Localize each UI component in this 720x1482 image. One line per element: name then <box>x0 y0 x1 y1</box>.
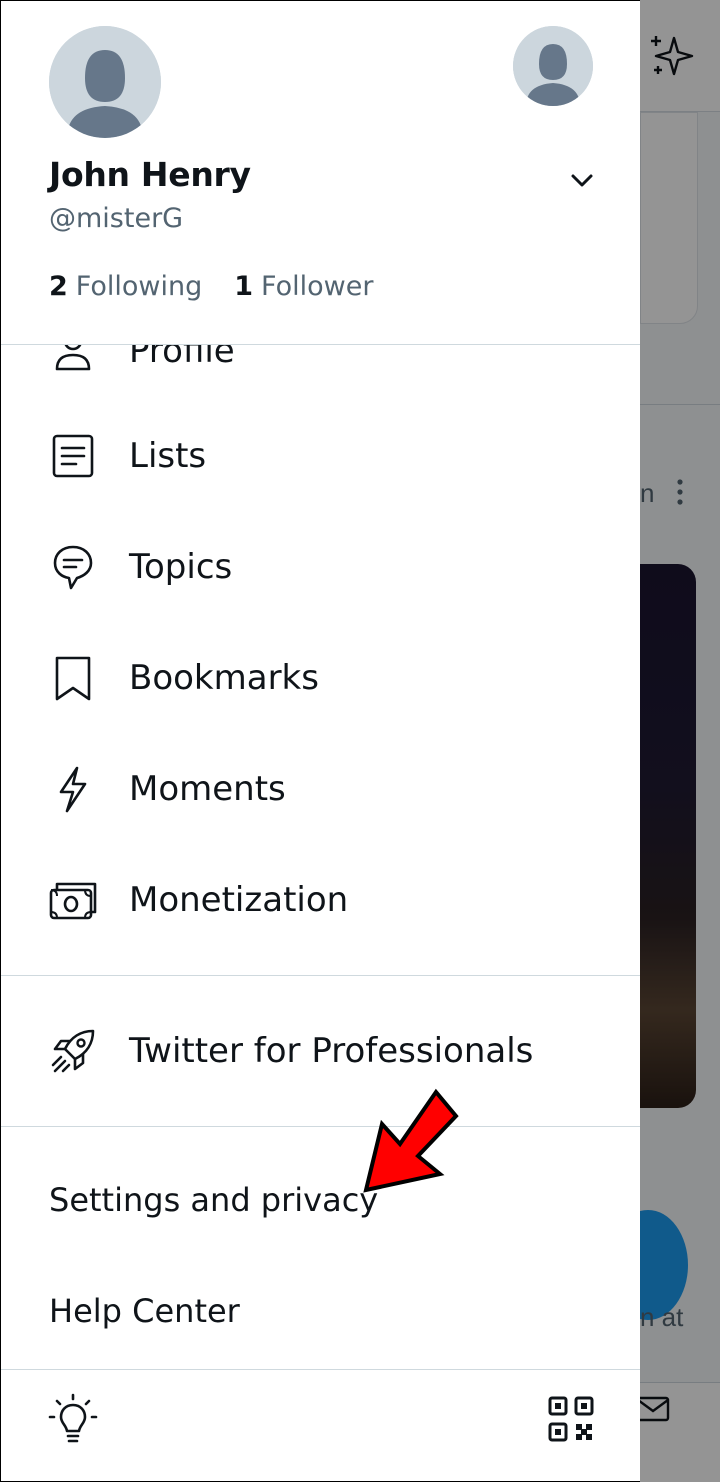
menu-item-label: Topics <box>129 547 233 587</box>
lightning-icon <box>59 766 87 813</box>
menu-item-label: Bookmarks <box>129 658 319 698</box>
topics-icon <box>53 545 93 590</box>
followers-count: 1 <box>234 271 254 302</box>
menu-item-monetization[interactable]: Monetization <box>1 850 640 950</box>
qr-code-icon[interactable] <box>545 1393 597 1445</box>
rocket-icon <box>51 1029 95 1073</box>
navigation-drawer: John Henry @misterG 2 Following 1 Follow… <box>0 0 640 1482</box>
menu-item-moments[interactable]: Moments <box>1 739 640 839</box>
user-handle: @misterG <box>49 203 184 234</box>
settings-and-privacy-link[interactable]: Settings and privacy <box>49 1181 378 1219</box>
display-name: John Henry <box>49 155 251 194</box>
money-icon <box>49 882 97 920</box>
lightbulb-icon[interactable] <box>47 1393 99 1445</box>
menu-item-label: Lists <box>129 436 207 476</box>
help-center-link[interactable]: Help Center <box>49 1292 240 1330</box>
default-avatar-icon <box>513 26 593 106</box>
followers-link[interactable]: 1 Follower <box>234 271 373 302</box>
lists-icon <box>52 434 94 478</box>
menu-item-label: Profile <box>129 345 235 371</box>
section-divider <box>1 1126 640 1127</box>
menu-list: Profile Lists Topics Bookmarks Moments M… <box>1 345 640 975</box>
footer-divider <box>1 1369 640 1370</box>
annotation-arrow-icon <box>363 1088 459 1193</box>
follow-stats: 2 Following 1 Follower <box>49 271 373 302</box>
person-icon <box>55 345 91 371</box>
menu-item-lists[interactable]: Lists <box>1 406 640 506</box>
default-avatar-icon <box>49 26 161 138</box>
followers-label: Follower <box>261 271 374 302</box>
bookmark-icon <box>55 656 91 701</box>
avatar[interactable] <box>49 26 161 138</box>
menu-item-twitter-for-professionals[interactable]: Twitter for Professionals <box>1 1001 640 1101</box>
following-label: Following <box>75 271 203 302</box>
section-divider <box>1 975 640 976</box>
menu-item-bookmarks[interactable]: Bookmarks <box>1 628 640 728</box>
menu-item-profile[interactable]: Profile <box>1 345 640 401</box>
following-link[interactable]: 2 Following <box>49 271 202 302</box>
menu-item-label: Twitter for Professionals <box>129 1031 534 1071</box>
account-switcher-avatar[interactable] <box>513 26 593 106</box>
menu-item-label: Monetization <box>129 880 349 920</box>
chevron-down-icon[interactable] <box>567 165 597 195</box>
menu-item-topics[interactable]: Topics <box>1 517 640 617</box>
following-count: 2 <box>49 271 68 302</box>
menu-item-label: Moments <box>129 769 286 809</box>
